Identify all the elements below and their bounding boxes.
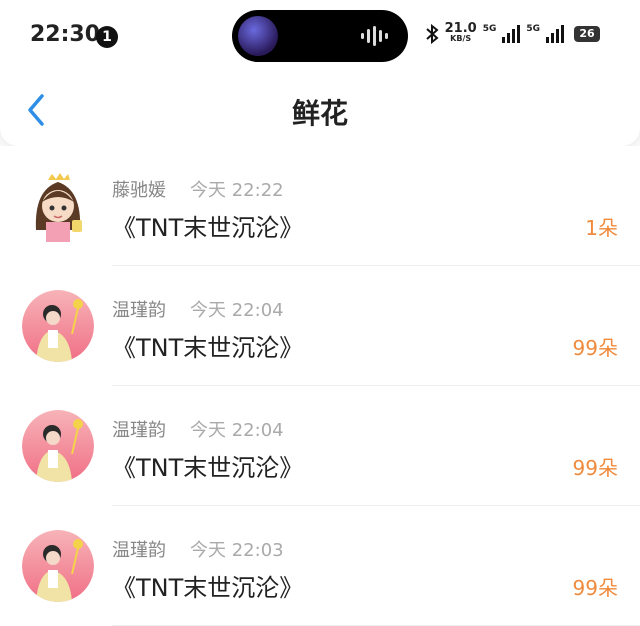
- book-title[interactable]: 《TNT末世沉沦》: [112, 208, 303, 243]
- send-time: 今天 22:03: [190, 540, 284, 561]
- status-time: 22:30: [30, 22, 101, 47]
- battery-icon: 26: [574, 26, 600, 42]
- flower-count: 1朵: [585, 216, 618, 240]
- bluetooth-icon: [425, 24, 439, 44]
- status-icons: 21.0 KB/S 5G 5G 26: [425, 21, 600, 44]
- signal-icon: [546, 25, 564, 43]
- page-title: 鲜花: [291, 97, 348, 130]
- avatar[interactable]: [22, 530, 94, 602]
- book-title[interactable]: 《TNT末世沉沦》: [112, 448, 303, 483]
- send-time: 今天 22:04: [190, 300, 284, 321]
- sender-name: 温瑾韵: [112, 300, 166, 321]
- audio-wave-icon: [361, 26, 388, 46]
- flower-list: 藤驰媛 今天 22:22 《TNT末世沉沦》 1朵 温瑾韵 今天 22:04 《…: [0, 146, 640, 626]
- list-item[interactable]: 温瑾韵 今天 22:04 《TNT末世沉沦》 99朵: [0, 386, 640, 506]
- avatar[interactable]: [22, 290, 94, 362]
- dynamic-island[interactable]: [232, 10, 408, 62]
- flower-count: 99朵: [572, 576, 618, 600]
- net-speed-value: 21.0: [444, 21, 477, 36]
- status-bar: 22:30 1 21.0 KB/S 5G 5G 26: [0, 0, 640, 70]
- signal1-label: 5G: [482, 24, 497, 34]
- send-time: 今天 22:22: [190, 180, 284, 201]
- notification-badge: 1: [96, 26, 118, 48]
- avatar[interactable]: [22, 170, 94, 242]
- book-title[interactable]: 《TNT末世沉沦》: [112, 328, 303, 363]
- sender-name: 温瑾韵: [112, 420, 166, 441]
- list-item[interactable]: 藤驰媛 今天 22:22 《TNT末世沉沦》 1朵: [0, 146, 640, 266]
- signal-icon: [502, 25, 521, 43]
- list-item[interactable]: 温瑾韵 今天 22:03 《TNT末世沉沦》 99朵: [0, 506, 640, 626]
- flower-count: 99朵: [572, 456, 618, 480]
- signal2-label: 5G: [526, 24, 540, 34]
- list-item[interactable]: 温瑾韵 今天 22:04 《TNT末世沉沦》 99朵: [0, 266, 640, 386]
- avatar[interactable]: [22, 410, 94, 482]
- music-cover-icon: [238, 16, 278, 56]
- sender-name: 温瑾韵: [112, 540, 166, 561]
- book-title[interactable]: 《TNT末世沉沦》: [112, 568, 303, 603]
- flower-count: 99朵: [572, 336, 618, 360]
- send-time: 今天 22:04: [190, 420, 284, 441]
- nav-bar: 鲜花: [0, 70, 640, 146]
- sender-name: 藤驰媛: [112, 180, 166, 201]
- net-speed: 21.0 KB/S: [444, 21, 477, 44]
